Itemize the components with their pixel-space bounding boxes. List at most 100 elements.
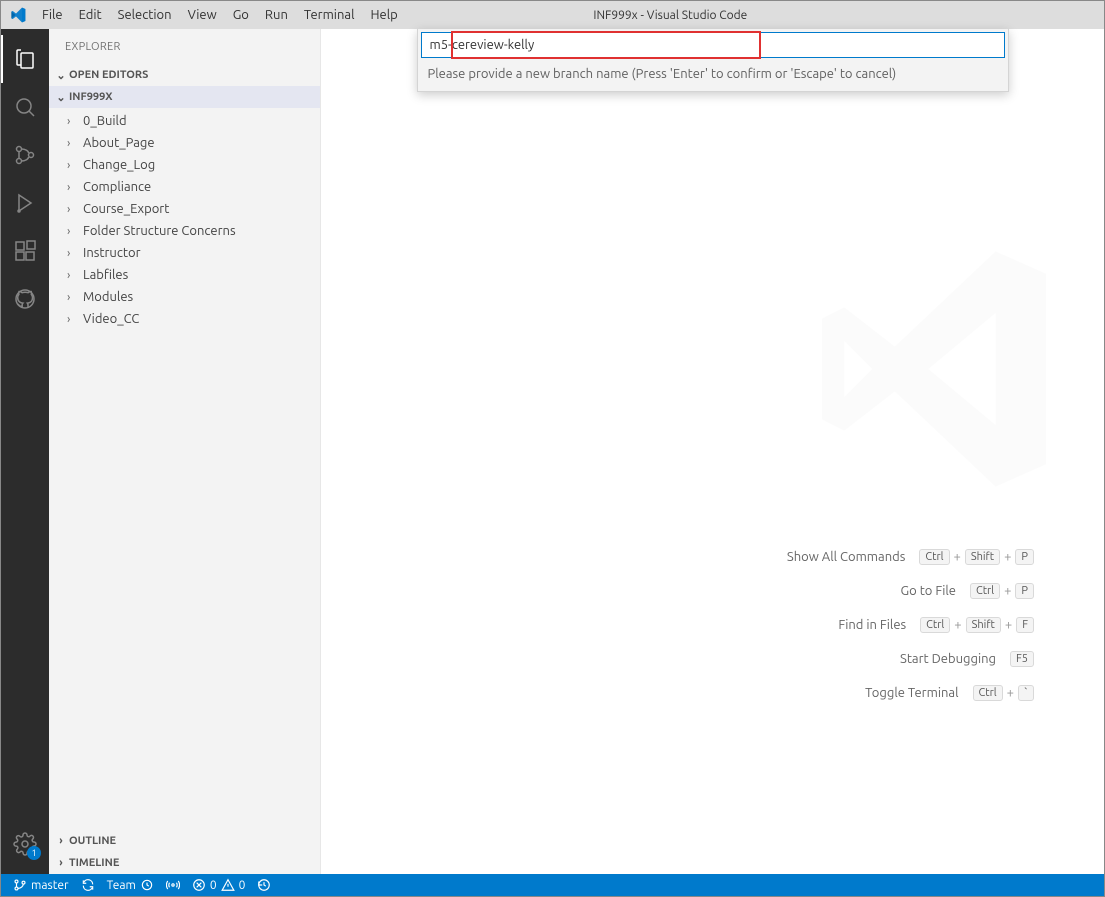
key: Ctrl <box>973 685 1003 701</box>
keybinding: Ctrl + Shift + P <box>919 549 1034 565</box>
shortcut-find-in-files: Find in Files Ctrl + Shift + F <box>787 617 1034 633</box>
outline-label: OUTLINE <box>69 835 116 847</box>
menu-go[interactable]: Go <box>226 4 256 26</box>
chevron-right-icon: › <box>67 181 81 194</box>
chevron-right-icon: › <box>67 291 81 304</box>
github-icon[interactable] <box>1 275 49 323</box>
keybinding: Ctrl + Shift + F <box>920 617 1034 633</box>
status-team[interactable]: Team <box>101 874 160 896</box>
key: F <box>1016 617 1034 633</box>
outline-section[interactable]: › OUTLINE <box>49 830 320 852</box>
status-bar: master Team 0 0 <box>1 874 1104 896</box>
key: P <box>1015 549 1034 565</box>
shortcut-label: Toggle Terminal <box>865 686 958 700</box>
quick-input-desc: Please provide a new branch name (Press … <box>418 61 1008 91</box>
menu-help[interactable]: Help <box>363 4 404 26</box>
status-branch-label: master <box>31 879 69 892</box>
menu-view[interactable]: View <box>181 4 224 26</box>
timeline-section[interactable]: › TIMELINE <box>49 852 320 874</box>
menu-run[interactable]: Run <box>258 4 295 26</box>
folder-video-cc[interactable]: ›Video_CC <box>49 308 320 330</box>
editor-area: Show All Commands Ctrl + Shift + P Go to… <box>321 29 1104 874</box>
key: Ctrl <box>920 617 950 633</box>
status-errors: 0 <box>210 879 217 892</box>
key-sep: + <box>1004 584 1011 598</box>
folder-instructor[interactable]: ›Instructor <box>49 242 320 264</box>
tree-label: Video_CC <box>81 312 139 326</box>
key: Ctrl <box>919 549 949 565</box>
error-icon <box>192 878 206 892</box>
extensions-icon[interactable] <box>1 227 49 275</box>
history-icon <box>257 878 271 892</box>
folder-0-build[interactable]: ›0_Build <box>49 110 320 132</box>
keybinding: F5 <box>1010 651 1034 667</box>
tree-label: Compliance <box>81 180 151 194</box>
menu-selection[interactable]: Selection <box>111 4 179 26</box>
folder-labfiles[interactable]: ›Labfiles <box>49 264 320 286</box>
tree-label: Folder Structure Concerns <box>81 224 236 238</box>
folder-about-page[interactable]: ›About_Page <box>49 132 320 154</box>
menu-terminal[interactable]: Terminal <box>297 4 362 26</box>
folder-compliance[interactable]: ›Compliance <box>49 176 320 198</box>
key-sep: + <box>1004 550 1011 564</box>
shortcut-label: Start Debugging <box>900 652 996 666</box>
key-sep: + <box>1005 618 1012 632</box>
shortcut-label: Find in Files <box>838 618 906 632</box>
chevron-down-icon: ⌄ <box>53 91 69 104</box>
tree-label: About_Page <box>81 136 155 150</box>
status-feedback[interactable] <box>160 874 186 896</box>
status-problems[interactable]: 0 0 <box>186 874 252 896</box>
sidebar: EXPLORER ⌄ OPEN EDITORS ⌄ INF999X ›0_Bui… <box>49 29 321 874</box>
tree-label: Course_Export <box>81 202 169 216</box>
timeline-label: TIMELINE <box>69 857 119 869</box>
key: Shift <box>966 617 1001 633</box>
chevron-right-icon: › <box>67 159 81 172</box>
sync-icon <box>81 878 95 892</box>
shortcut-start-debugging: Start Debugging F5 <box>787 651 1034 667</box>
chevron-down-icon: ⌄ <box>53 69 69 82</box>
status-team-label: Team <box>107 879 136 892</box>
open-editors-section[interactable]: ⌄ OPEN EDITORS <box>49 64 320 86</box>
project-label: INF999X <box>69 91 113 103</box>
chevron-right-icon: › <box>67 247 81 260</box>
chevron-right-icon: › <box>67 225 81 238</box>
status-branch[interactable]: master <box>7 874 75 896</box>
manage-gear-icon[interactable]: 1 <box>1 820 49 868</box>
branch-name-input[interactable] <box>421 32 1005 58</box>
folder-course-export[interactable]: ›Course_Export <box>49 198 320 220</box>
tree-label: Change_Log <box>81 158 155 172</box>
run-debug-icon[interactable] <box>1 179 49 227</box>
folder-modules[interactable]: ›Modules <box>49 286 320 308</box>
key: Ctrl <box>970 583 1000 599</box>
chevron-right-icon: › <box>53 835 69 847</box>
key: F5 <box>1010 651 1034 667</box>
menu-edit[interactable]: Edit <box>72 4 109 26</box>
status-sync[interactable] <box>75 874 101 896</box>
warning-icon <box>221 878 235 892</box>
status-history[interactable] <box>251 874 277 896</box>
chevron-right-icon: › <box>67 203 81 216</box>
menu-file[interactable]: File <box>35 4 70 26</box>
search-icon[interactable] <box>1 83 49 131</box>
tree-label: 0_Build <box>81 114 127 128</box>
window-title: INF999x - Visual Studio Code <box>405 9 936 22</box>
shortcut-label: Show All Commands <box>787 550 905 564</box>
file-tree: ›0_Build ›About_Page ›Change_Log ›Compli… <box>49 108 320 336</box>
vscode-watermark-icon <box>794 229 1074 509</box>
quick-input: Please provide a new branch name (Press … <box>417 29 1009 92</box>
chevron-right-icon: › <box>67 269 81 282</box>
broadcast-icon <box>166 878 180 892</box>
key: P <box>1015 583 1034 599</box>
folder-structure-concerns[interactable]: ›Folder Structure Concerns <box>49 220 320 242</box>
key-sep: + <box>954 550 961 564</box>
open-editors-label: OPEN EDITORS <box>69 69 148 81</box>
manage-badge: 1 <box>27 846 41 860</box>
folder-change-log[interactable]: ›Change_Log <box>49 154 320 176</box>
branch-icon <box>13 878 27 892</box>
source-control-icon[interactable] <box>1 131 49 179</box>
chevron-right-icon: › <box>53 857 69 869</box>
explorer-icon[interactable] <box>1 35 49 83</box>
tree-label: Modules <box>81 290 133 304</box>
project-section[interactable]: ⌄ INF999X <box>49 86 320 108</box>
welcome-shortcuts: Show All Commands Ctrl + Shift + P Go to… <box>787 549 1034 701</box>
